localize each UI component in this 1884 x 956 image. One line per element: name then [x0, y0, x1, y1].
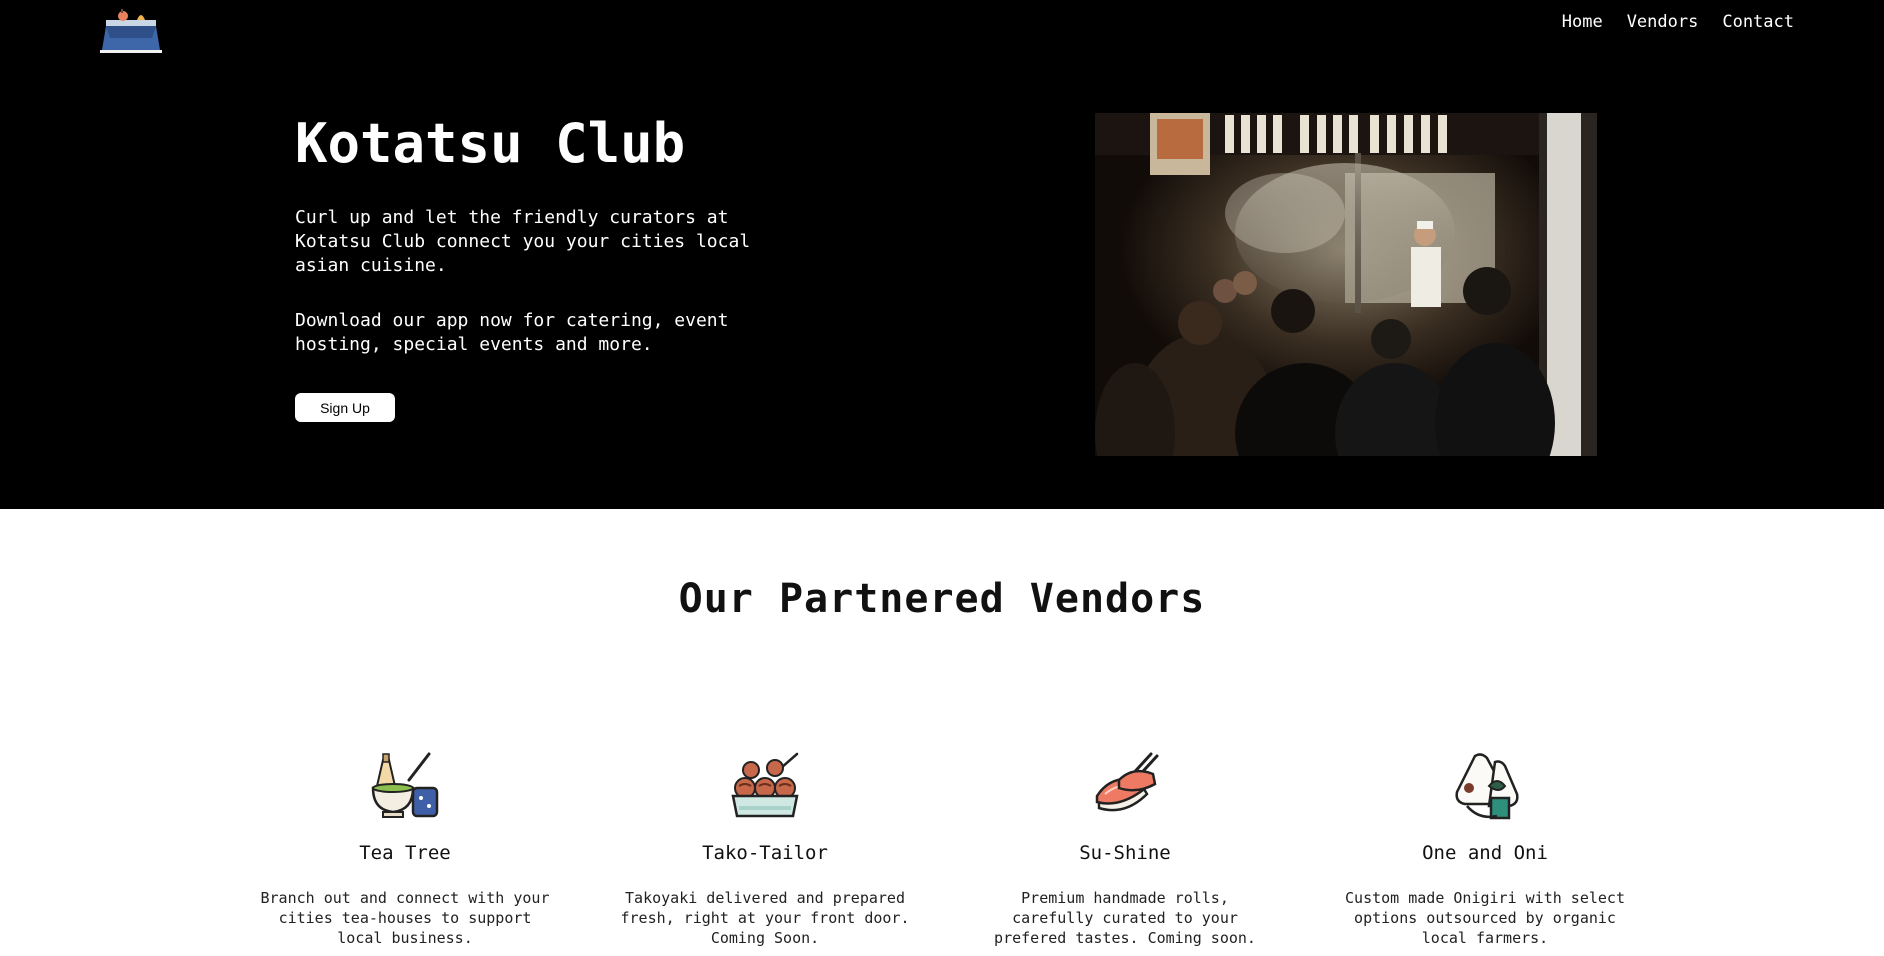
nav-contact-link[interactable]: Contact: [1722, 12, 1794, 32]
vendors-section-title: Our Partnered Vendors: [678, 576, 1206, 622]
vendor-card-one-and-oni: One and Oni Custom made Onigiri with sel…: [1335, 750, 1635, 948]
page-title: Kotatsu Club: [295, 112, 686, 175]
sushi-icon: [1089, 750, 1161, 822]
vendor-name: One and Oni: [1422, 842, 1548, 864]
vendor-card-su-shine: Su-Shine Premium handmade rolls, careful…: [975, 750, 1275, 948]
vendor-description: Custom made Onigiri with select options …: [1345, 889, 1625, 947]
hero-app-text: Download our app now for catering, event…: [295, 310, 729, 355]
sign-up-button[interactable]: Sign Up: [295, 393, 395, 422]
main-nav: Home Vendors Contact: [1538, 12, 1794, 32]
matcha-tea-icon: [369, 750, 441, 822]
onigiri-icon: [1449, 750, 1521, 822]
vendor-card-tea-tree: Tea Tree Branch out and connect with you…: [255, 750, 555, 948]
nav-vendors-link[interactable]: Vendors: [1627, 12, 1699, 32]
vendor-description: Branch out and connect with your cities …: [260, 889, 550, 947]
hero-intro-text: Curl up and let the friendly curators at…: [295, 207, 751, 276]
hero-section: Home Vendors Contact Kotatsu Club Curl u…: [0, 0, 1884, 509]
kotatsu-logo-icon[interactable]: [100, 6, 162, 54]
takoyaki-icon: [729, 750, 801, 822]
vendor-card-tako-tailor: Tako-Tailor Takoyaki delivered and prepa…: [615, 750, 915, 948]
vendor-description: Takoyaki delivered and prepared fresh, r…: [620, 889, 910, 947]
izakaya-photo: [1095, 113, 1597, 456]
vendor-name: Tako-Tailor: [702, 842, 828, 864]
nav-home-link[interactable]: Home: [1562, 12, 1603, 32]
vendor-name: Su-Shine: [1079, 842, 1171, 864]
vendor-name: Tea Tree: [359, 842, 451, 864]
vendor-description: Premium handmade rolls, carefully curate…: [994, 889, 1256, 947]
